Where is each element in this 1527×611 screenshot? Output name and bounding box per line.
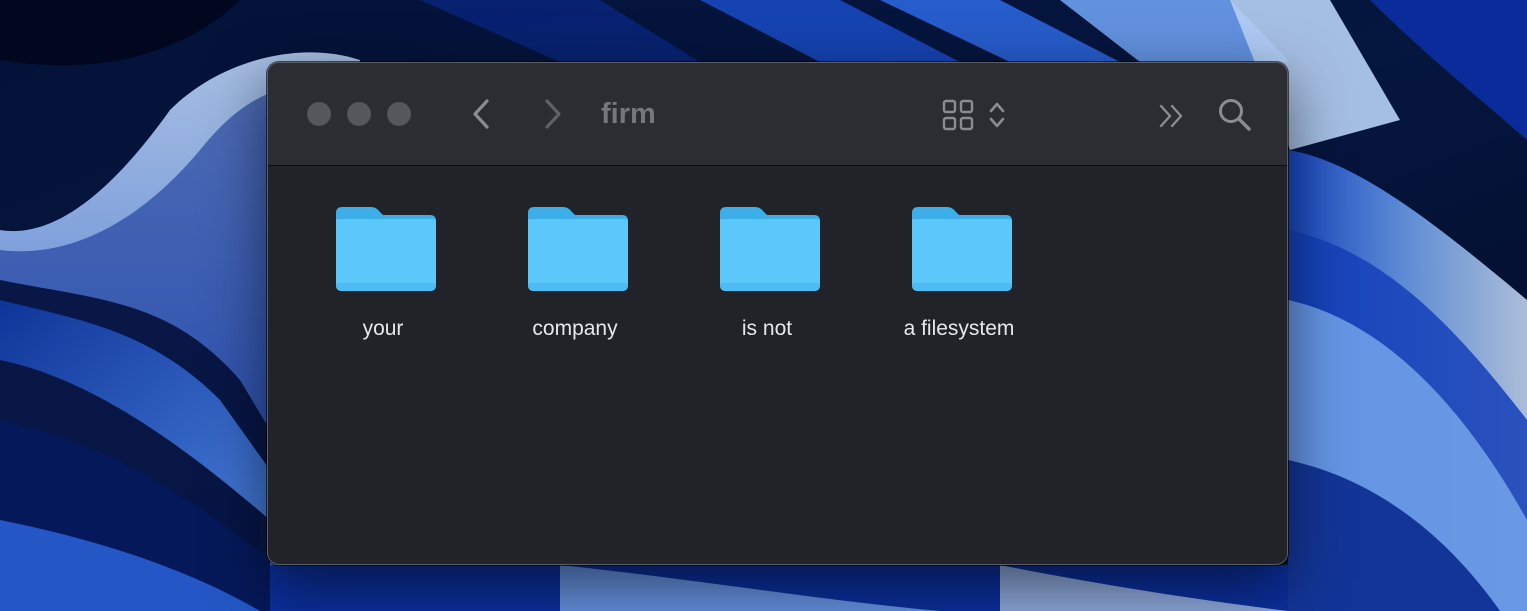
folder-icon xyxy=(528,207,628,291)
close-window-button[interactable] xyxy=(307,102,331,126)
window-title: firm xyxy=(601,98,656,130)
folder-label: is not xyxy=(741,317,793,340)
double-chevron-right-icon[interactable] xyxy=(1158,103,1186,129)
chevron-left-icon[interactable] xyxy=(468,97,494,131)
folder-label: company xyxy=(532,317,618,340)
folder-icon xyxy=(912,207,1012,291)
window-toolbar: firm xyxy=(268,63,1287,166)
folder-item[interactable]: is not xyxy=(677,203,857,353)
finder-window: firm your company is not a filesystem xyxy=(267,62,1288,565)
minimize-window-button[interactable] xyxy=(347,102,371,126)
search-icon[interactable] xyxy=(1217,97,1253,133)
up-down-chevron-icon[interactable] xyxy=(987,99,1007,131)
grid-view-icon[interactable] xyxy=(942,99,974,131)
folder-item[interactable]: a filesystem xyxy=(869,203,1049,353)
folder-item[interactable]: company xyxy=(485,203,665,353)
folder-label: your xyxy=(362,317,404,340)
zoom-window-button[interactable] xyxy=(387,102,411,126)
folder-item[interactable]: your xyxy=(293,203,473,353)
chevron-right-icon[interactable] xyxy=(540,97,566,131)
folder-label: a filesystem xyxy=(903,317,1015,340)
folder-icon xyxy=(720,207,820,291)
folder-icon xyxy=(336,207,436,291)
